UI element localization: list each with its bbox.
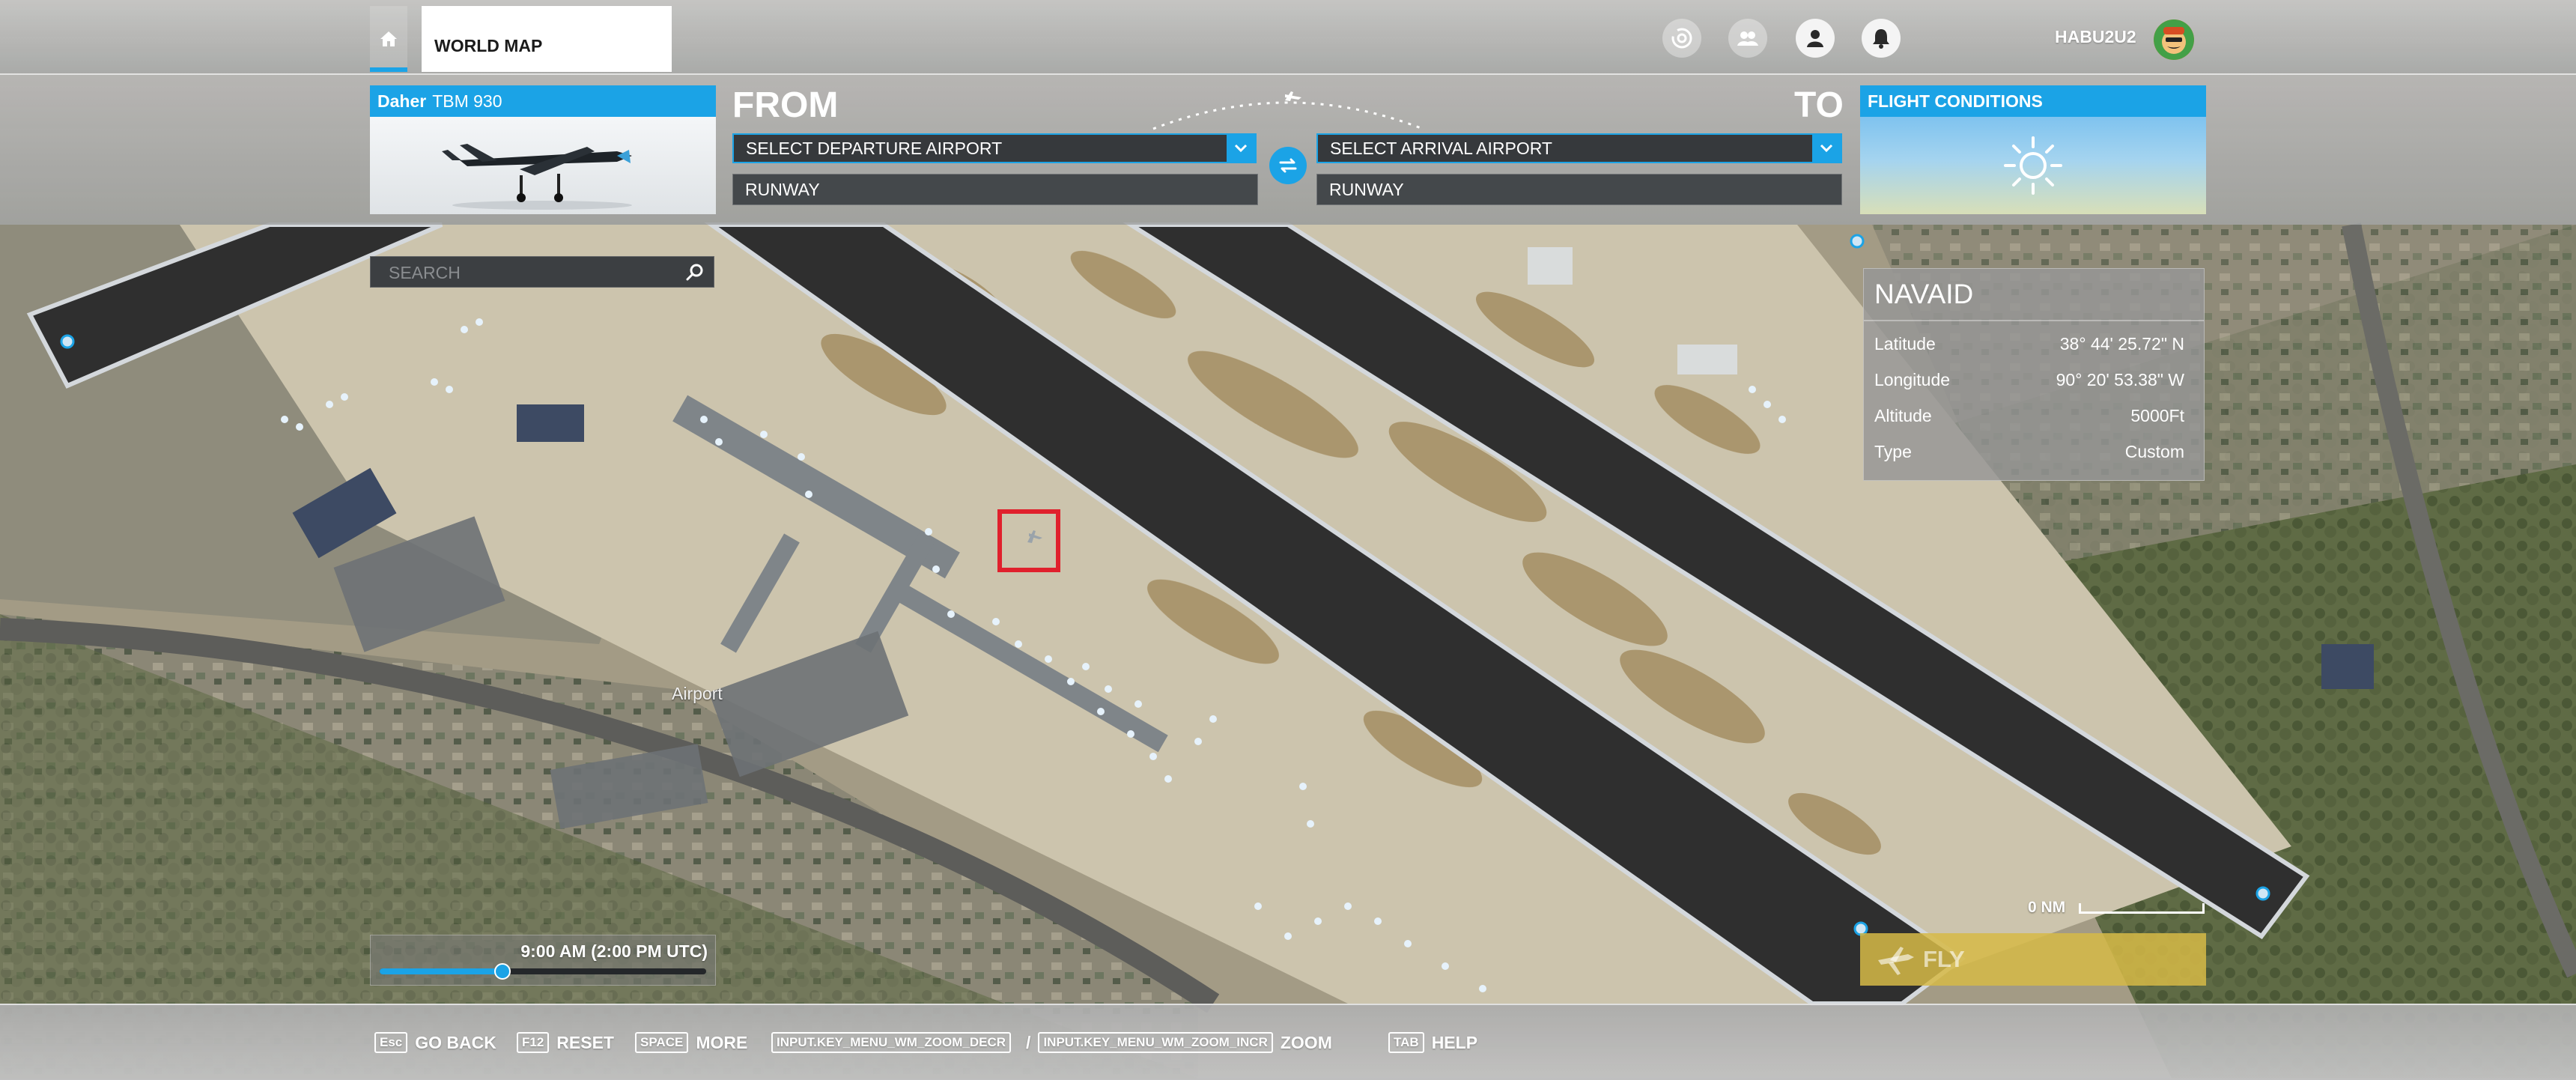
map-scale-label: 0 NM bbox=[2028, 899, 2066, 916]
map-search bbox=[370, 256, 714, 288]
map-scale-bar bbox=[2079, 903, 2205, 914]
avatar[interactable] bbox=[2154, 19, 2194, 60]
arrival-dropdown-button[interactable] bbox=[1812, 135, 1841, 162]
flight-conditions-title: FLIGHT CONDITIONS bbox=[1860, 85, 2206, 117]
airplane-icon bbox=[1878, 947, 1914, 975]
hint-label: HELP bbox=[1431, 1032, 1478, 1052]
navaid-row-type: Type Custom bbox=[1864, 434, 2204, 470]
search-icon bbox=[686, 264, 703, 281]
fly-button[interactable]: FLY bbox=[1860, 933, 2206, 986]
navaid-row-latitude: Latitude 38° 44' 25.72" N bbox=[1864, 326, 2204, 362]
active-tab-indicator bbox=[370, 67, 407, 72]
hint-label: GO BACK bbox=[415, 1032, 496, 1052]
top-navigation-bar: WORLD MAP HABU2U2 bbox=[0, 0, 2576, 75]
fly-label: FLY bbox=[1923, 946, 1965, 972]
navaid-row-altitude: Altitude 5000Ft bbox=[1864, 398, 2204, 434]
bell-icon bbox=[1873, 29, 1889, 49]
hint-label: ZOOM bbox=[1280, 1032, 1332, 1052]
navaid-label: Altitude bbox=[1874, 405, 1932, 425]
departure-runway-select[interactable]: RUNWAY bbox=[732, 174, 1258, 205]
tab-world-map[interactable]: WORLD MAP bbox=[422, 6, 672, 72]
bottom-hint-bar: Esc GO BACK F12 RESET SPACE MORE INPUT.K… bbox=[0, 1004, 2576, 1080]
hint-separator: / bbox=[1026, 1032, 1031, 1052]
aircraft-brand: Daher bbox=[377, 91, 427, 111]
departure-airport-select[interactable]: SELECT DEPARTURE AIRPORT bbox=[732, 133, 1257, 163]
key-zoom-increase: INPUT.KEY_MENU_WM_ZOOM_INCR bbox=[1038, 1032, 1273, 1053]
airport-map-label[interactable]: Airport bbox=[672, 684, 723, 704]
home-button[interactable] bbox=[370, 6, 407, 72]
avatar-image bbox=[2154, 19, 2194, 60]
departure-select-label: SELECT DEPARTURE AIRPORT bbox=[746, 138, 1003, 158]
hint-more[interactable]: SPACE MORE bbox=[635, 1032, 747, 1053]
hint-go-back[interactable]: Esc GO BACK bbox=[374, 1032, 496, 1053]
time-display: 9:00 AM (2:00 PM UTC) bbox=[520, 941, 708, 961]
departure-dropdown-button[interactable] bbox=[1227, 135, 1255, 162]
sun-icon bbox=[2004, 136, 2062, 195]
airplane-illustration bbox=[442, 144, 632, 210]
navaid-details: Latitude 38° 44' 25.72" N Longitude 90° … bbox=[1864, 321, 2204, 470]
navaid-value: 90° 20' 53.38" W bbox=[2056, 369, 2184, 389]
route-arc-icon bbox=[1152, 91, 1424, 130]
notifications-button[interactable] bbox=[1862, 19, 1901, 58]
home-icon bbox=[380, 31, 397, 46]
time-of-day-control: 9:00 AM (2:00 PM UTC) bbox=[370, 935, 716, 986]
hint-reset[interactable]: F12 RESET bbox=[517, 1032, 614, 1053]
selected-waypoint-marker[interactable] bbox=[997, 509, 1060, 572]
to-label: TO bbox=[1794, 85, 1844, 125]
aircraft-selection-card[interactable]: Daher TBM 930 bbox=[370, 85, 716, 214]
aircraft-image bbox=[370, 117, 716, 214]
weather-preview bbox=[1860, 117, 2206, 214]
arrival-runway-select[interactable]: RUNWAY bbox=[1316, 174, 1842, 205]
navaid-value: 38° 44' 25.72" N bbox=[2059, 333, 2184, 354]
profile-button[interactable] bbox=[1796, 19, 1835, 58]
hint-help[interactable]: TAB HELP bbox=[1388, 1032, 1477, 1053]
chevron-down-icon bbox=[1820, 144, 1833, 153]
hint-zoom[interactable]: INPUT.KEY_MENU_WM_ZOOM_DECR / INPUT.KEY_… bbox=[771, 1032, 1332, 1053]
key-f12: F12 bbox=[517, 1032, 550, 1053]
group-icon bbox=[1737, 31, 1758, 46]
key-tab: TAB bbox=[1388, 1032, 1424, 1053]
key-space: SPACE bbox=[635, 1032, 689, 1053]
time-slider-track[interactable] bbox=[380, 963, 706, 980]
navaid-value: 5000Ft bbox=[2130, 405, 2184, 425]
navaid-value: Custom bbox=[2124, 441, 2184, 461]
key-zoom-decrease: INPUT.KEY_MENU_WM_ZOOM_DECR bbox=[771, 1032, 1012, 1053]
swirl-icon bbox=[1671, 28, 1692, 49]
time-slider-fill bbox=[380, 968, 502, 974]
key-esc: Esc bbox=[374, 1032, 408, 1053]
chevron-down-icon bbox=[1234, 144, 1248, 153]
aircraft-title: Daher TBM 930 bbox=[370, 85, 716, 117]
user-icon bbox=[1807, 30, 1823, 47]
activity-button[interactable] bbox=[1662, 19, 1701, 58]
hint-label: MORE bbox=[696, 1032, 748, 1052]
from-label: FROM bbox=[732, 85, 839, 125]
arrival-airport-select[interactable]: SELECT ARRIVAL AIRPORT bbox=[1316, 133, 1842, 163]
swap-icon bbox=[1279, 158, 1297, 173]
swap-airports-button[interactable] bbox=[1269, 147, 1307, 184]
flight-conditions-card[interactable]: FLIGHT CONDITIONS bbox=[1860, 85, 2206, 214]
navaid-title: NAVAID bbox=[1864, 269, 2204, 321]
username[interactable]: HABU2U2 bbox=[2055, 27, 2136, 47]
aircraft-model: TBM 930 bbox=[432, 91, 502, 111]
navaid-label: Type bbox=[1874, 441, 1912, 461]
navaid-info-panel: NAVAID Latitude 38° 44' 25.72" N Longitu… bbox=[1863, 268, 2205, 481]
navaid-label: Longitude bbox=[1874, 369, 1951, 389]
search-input[interactable] bbox=[371, 257, 690, 288]
multiplayer-button[interactable] bbox=[1728, 19, 1767, 58]
arrival-select-label: SELECT ARRIVAL AIRPORT bbox=[1330, 138, 1552, 158]
search-button[interactable] bbox=[685, 263, 705, 282]
navaid-row-longitude: Longitude 90° 20' 53.38" W bbox=[1864, 362, 2204, 398]
hint-label: RESET bbox=[556, 1032, 614, 1052]
time-slider-thumb[interactable] bbox=[493, 963, 511, 980]
navaid-label: Latitude bbox=[1874, 333, 1936, 354]
